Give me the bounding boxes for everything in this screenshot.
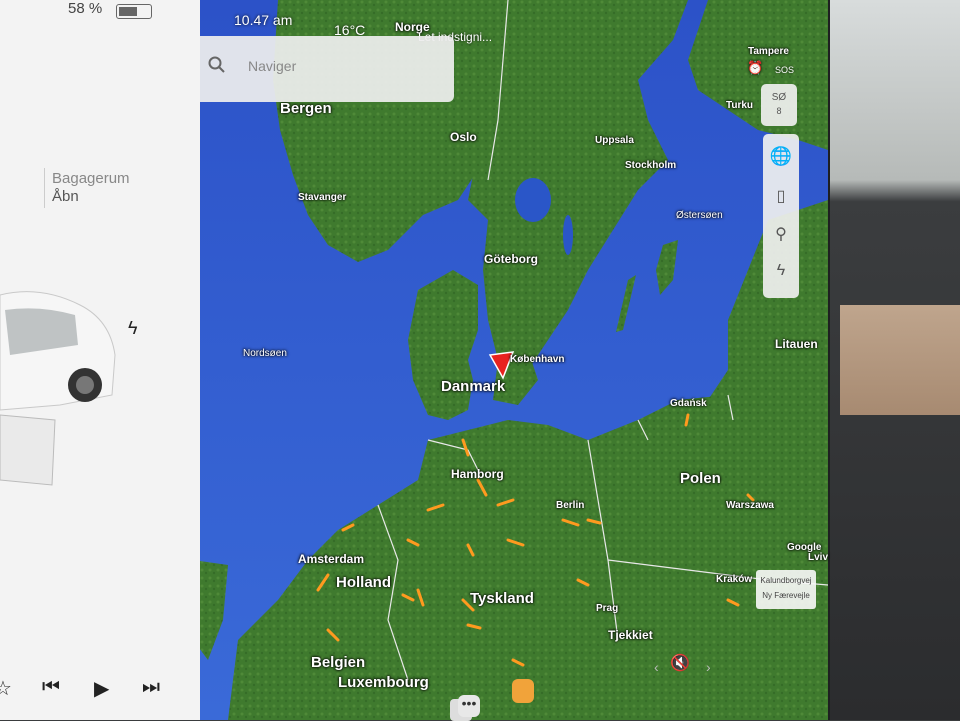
clock: 10.47 am (234, 12, 293, 28)
sos-label[interactable]: SOS (775, 65, 794, 75)
next-track-icon[interactable]: ⏭ (142, 676, 160, 699)
attribution-line2: Ny Færevejle (762, 591, 810, 600)
map-label-nordsoen: Nordsøen (243, 348, 287, 359)
map-label-bergen: Bergen (280, 100, 332, 117)
battery-percent: 58 % (68, 0, 103, 17)
bottom-bar: ••• ‹ 🔇 › (230, 655, 830, 721)
map-label-lviv: Lviv (808, 552, 829, 563)
trunk-open-button[interactable]: Åbn (52, 188, 79, 205)
map-label-tyskland: Tyskland (470, 590, 534, 607)
map-label-danmark: Danmark (441, 378, 506, 395)
pin-icon[interactable]: ⚲ (763, 224, 799, 244)
trunk-divider (44, 168, 45, 208)
charging-icon[interactable]: ϟ (763, 262, 799, 280)
map-label-goteborg: Göteborg (484, 252, 538, 266)
navigation-search-input[interactable]: Naviger (184, 36, 454, 102)
globe-icon[interactable]: 🌐 (763, 146, 799, 167)
more-apps-icon[interactable]: ••• (458, 695, 480, 717)
lake-vattern (563, 215, 573, 255)
map-label-berlin: Berlin (556, 500, 585, 511)
trunk-label[interactable]: Bagagerum (52, 170, 130, 187)
map-label-hamborg: Hamborg (451, 467, 504, 481)
map-attribution: Kalundborgvej Ny Færevejle (756, 570, 816, 609)
map-label-holland: Holland (336, 574, 391, 591)
map-label-kobenhavn: København (510, 354, 565, 365)
map-label-gdansk: Gdańsk (670, 398, 707, 409)
car-status-panel: 58 % Bagagerum Åbn ϟ ☆ ⏮ ▶ ⏭ (0, 0, 200, 720)
alarm-icon[interactable]: ⏰ (747, 60, 763, 76)
map-label-stavanger: Stavanger (298, 192, 347, 203)
volume-down-icon[interactable]: ‹ (654, 659, 659, 675)
car-image (0, 291, 116, 486)
battery-icon (116, 4, 152, 19)
map-label-amsterdam: Amsterdam (298, 552, 365, 566)
search-icon (208, 56, 226, 79)
map-label-warszawa: Warszawa (726, 500, 774, 511)
play-icon[interactable]: ▶ (94, 676, 109, 701)
compass-text: SØ (771, 92, 787, 103)
map-label-prag: Prag (596, 603, 619, 614)
app-icon-toybox[interactable] (512, 679, 534, 703)
attribution-line1: Kalundborgvej (760, 576, 812, 585)
map-label-tampere: Tampere (748, 46, 789, 57)
map-label-uppsala: Uppsala (595, 135, 634, 146)
charging-bolt-icon: ϟ (128, 318, 138, 338)
map-label-ostersoen: Østersøen (676, 210, 723, 221)
compass-sub: 8 (776, 106, 782, 116)
favorite-star-icon[interactable]: ☆ (0, 676, 12, 701)
map-label-turku: Turku (726, 100, 754, 111)
compass-button[interactable]: SØ 8 (761, 84, 797, 126)
map-label-tjekkiet: Tjekkiet (608, 628, 653, 642)
map-label-litauen: Litauen (775, 337, 818, 351)
map-label-stockholm: Stockholm (625, 160, 677, 171)
previous-track-icon[interactable]: ⏮ (42, 676, 60, 699)
map-label-krakow: Kraków (716, 574, 753, 585)
lake-vanern (515, 178, 551, 222)
traffic-light-icon[interactable]: ▯ (763, 186, 799, 206)
map-label-oslo: Oslo (450, 130, 477, 144)
map-controls-panel: 🌐 ▯ ⚲ ϟ (763, 134, 799, 298)
mute-icon[interactable]: 🔇 (670, 653, 690, 673)
volume-up-icon[interactable]: › (706, 659, 711, 675)
search-placeholder: Naviger (248, 58, 297, 74)
dashboard-wood-trim (840, 305, 960, 415)
map-label-polen: Polen (680, 470, 721, 487)
